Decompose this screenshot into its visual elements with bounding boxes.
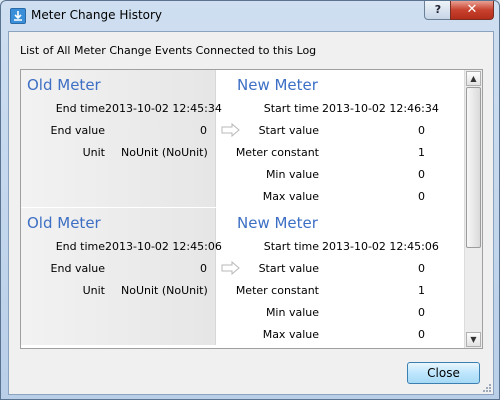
meter-constant-value: 1	[418, 284, 425, 297]
intro-text: List of All Meter Change Events Connecte…	[20, 44, 317, 57]
new-meter-heading: New Meter	[237, 76, 318, 94]
close-button[interactable]: Close	[407, 362, 480, 384]
unit-label: Unit	[82, 284, 105, 297]
meter-change-entry: Old Meter End time 2013-10-02 12:45:34 E…	[21, 70, 463, 207]
arrow-right-icon	[221, 261, 240, 275]
download-arrow-icon	[10, 8, 26, 24]
min-value-value: 0	[418, 168, 425, 181]
max-value-value: 0	[418, 328, 425, 341]
old-meter-heading: Old Meter	[27, 214, 101, 232]
min-value-value: 0	[418, 306, 425, 319]
end-time-value: 2013-10-02 12:45:34	[105, 102, 222, 115]
min-value-label: Min value	[265, 168, 319, 181]
start-time-value: 2013-10-02 12:45:06	[322, 240, 439, 253]
old-meter-heading: Old Meter	[27, 76, 101, 94]
end-value-label: End value	[50, 262, 105, 275]
arrow-right-icon	[221, 123, 240, 137]
unit-label: Unit	[82, 146, 105, 159]
start-value-value: 0	[418, 262, 425, 275]
unit-value: NoUnit (NoUnit)	[121, 146, 208, 159]
max-value-label: Max value	[262, 190, 319, 203]
end-value-label: End value	[50, 124, 105, 137]
start-value-label: Start value	[258, 262, 319, 275]
start-time-label: Start time	[263, 240, 319, 253]
dialog-body: List of All Meter Change Events Connecte…	[8, 31, 494, 395]
new-meter-heading: New Meter	[237, 214, 318, 232]
window-title: Meter Change History	[31, 8, 163, 22]
meter-constant-label: Meter constant	[235, 284, 319, 297]
end-time-label: End time	[55, 240, 105, 253]
max-value-value: 0	[418, 190, 425, 203]
title-bar[interactable]: Meter Change History ? ✕	[1, 1, 499, 31]
start-value-label: Start value	[258, 124, 319, 137]
dialog-window: Meter Change History ? ✕ List of All Met…	[0, 0, 500, 400]
scroll-thumb[interactable]	[466, 87, 481, 248]
help-button[interactable]: ?	[424, 1, 452, 20]
scroll-up-button[interactable]: ▲	[466, 71, 481, 86]
panel-divider	[215, 208, 216, 345]
start-value-value: 0	[418, 124, 425, 137]
vertical-scrollbar[interactable]: ▲ ▼	[464, 70, 482, 348]
end-time-label: End time	[55, 102, 105, 115]
max-value-label: Max value	[262, 328, 319, 341]
unit-value: NoUnit (NoUnit)	[121, 284, 208, 297]
start-time-label: Start time	[263, 102, 319, 115]
scroll-down-button[interactable]: ▼	[466, 332, 481, 347]
panel-divider	[215, 70, 216, 207]
meter-change-entry: Old Meter End time 2013-10-02 12:45:06 E…	[21, 208, 463, 345]
start-time-value: 2013-10-02 12:46:34	[322, 102, 439, 115]
end-value-value: 0	[200, 124, 207, 137]
meter-constant-value: 1	[418, 146, 425, 159]
meter-constant-label: Meter constant	[235, 146, 319, 159]
end-value-value: 0	[200, 262, 207, 275]
window-close-button[interactable]: ✕	[450, 1, 494, 20]
min-value-label: Min value	[265, 306, 319, 319]
resize-grip-icon[interactable]	[481, 382, 491, 392]
meter-change-list[interactable]: Old Meter End time 2013-10-02 12:45:34 E…	[20, 69, 483, 349]
end-time-value: 2013-10-02 12:45:06	[105, 240, 222, 253]
